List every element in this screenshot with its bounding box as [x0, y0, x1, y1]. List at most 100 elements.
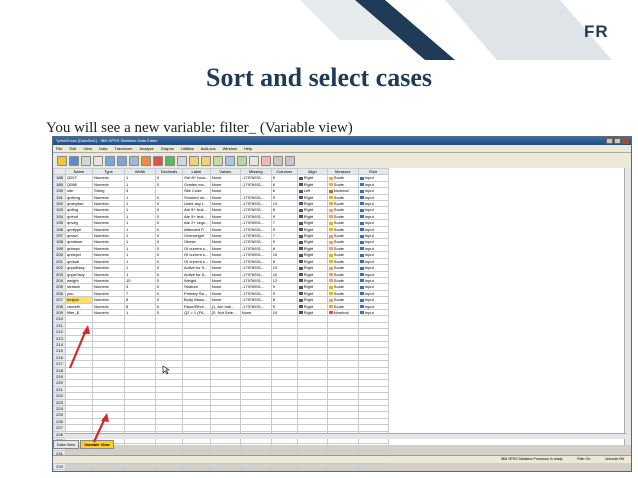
table-row[interactable]: 208 raceeth Numeric 8 0 Race/Ethni... {1, Am I…: [53, 302, 389, 310]
label-cell[interactable]: Of current s...: [182, 244, 211, 253]
goto-case-icon[interactable]: [129, 155, 139, 166]
print-icon[interactable]: [81, 155, 91, 166]
menu-transform[interactable]: Transform: [114, 145, 132, 152]
empty-cell[interactable]: [155, 469, 183, 471]
dialog-recall-icon[interactable]: [93, 155, 103, 166]
menu-utilities[interactable]: Utilities: [181, 145, 194, 152]
run-descriptives-icon[interactable]: [165, 155, 175, 166]
label-cell[interactable]: Active for 6...: [182, 270, 211, 278]
redo-icon[interactable]: [117, 155, 127, 166]
variables-icon[interactable]: [153, 155, 163, 166]
label-cell[interactable]: Q2 = 1 (FIL...: [182, 308, 211, 317]
table-row[interactable]: 205 stratum Numeric 3 0 Stratum None -17976931.…: [53, 283, 389, 291]
scale-measure-icon: [328, 279, 333, 283]
table-row[interactable]: 191 qn8crig Numeric 1 0 Smoked on... None -1797…: [53, 193, 389, 202]
table-row[interactable]: 188 Q007 Numeric 1 0 Get 8+ hour... None -17976…: [53, 174, 389, 182]
insert-variable-icon[interactable]: [201, 155, 211, 166]
table-row[interactable]: 206 psu Numeric 7 0 Primary Sa... None -1797693…: [53, 289, 389, 298]
undo-icon[interactable]: [105, 155, 115, 166]
use-sets-icon[interactable]: [261, 155, 271, 166]
table-row[interactable]: 203 qnpa7day Numeric 1 0 Active for 6... None -…: [53, 270, 389, 278]
menu-addons[interactable]: Add-ons: [201, 145, 216, 152]
table-row[interactable]: 200 qnbepcl Numeric 1 0 Of current s... None -1…: [53, 251, 389, 259]
label-cell[interactable]: Race/Ethni...: [182, 302, 211, 310]
horizontal-scrollbar[interactable]: [65, 433, 627, 439]
table-row[interactable]: 189 Q088 Numeric 1 0 Grades mo... None -1797693…: [53, 180, 389, 189]
open-icon[interactable]: [57, 155, 67, 166]
label-cell[interactable]: Attended P...: [182, 225, 211, 234]
goto-variable-icon[interactable]: [141, 155, 151, 166]
empty-cell[interactable]: [326, 469, 359, 471]
table-row[interactable]: 193 qn8ng Numeric 1 0 Ate 5+ fruit... None -179…: [53, 206, 389, 214]
measure-cell-text: Scale: [333, 175, 344, 181]
menu-window[interactable]: Window: [223, 145, 237, 152]
columns-cell-text: 9: [272, 303, 276, 309]
select-cases-icon[interactable]: [237, 155, 247, 166]
value-labels-icon[interactable]: [249, 155, 259, 166]
empty-cell[interactable]: [92, 469, 125, 471]
vertical-scrollbar[interactable]: [624, 168, 631, 445]
table-row[interactable]: 204 weight Numeric 10 0 Weight None -17976931..…: [53, 276, 389, 285]
empty-cell[interactable]: [357, 469, 389, 471]
input-role-icon: [359, 285, 364, 289]
menu-graphs[interactable]: Graphs: [161, 145, 174, 152]
empty-cell[interactable]: [65, 469, 93, 471]
menu-analyze[interactable]: Analyze: [140, 145, 154, 152]
table-row[interactable]: 194 qnfruit Numeric 1 0 Ate 5+ fruit... None -1…: [53, 212, 389, 221]
menu-help[interactable]: Help: [244, 145, 252, 152]
input-role-icon: [359, 266, 364, 270]
table-row[interactable]: 209 filter_$ Numeric 1 0 Q2 = 1 (FIL... {0, No…: [53, 308, 389, 317]
label-cell[interactable]: Ate 5+ fruit...: [182, 212, 211, 221]
find-icon[interactable]: [177, 155, 187, 166]
label-cell[interactable]: Ate 5+ fruit...: [182, 206, 211, 214]
empty-cell[interactable]: [124, 469, 156, 471]
menu-edit[interactable]: Edit: [69, 145, 76, 152]
table-row[interactable]: 197 qnowt Numeric 1 0 Overweight None -17976931…: [53, 232, 389, 240]
split-file-icon[interactable]: [213, 155, 223, 166]
label-cell[interactable]: Body Mass...: [182, 296, 211, 304]
label-cell[interactable]: Get 8+ hour...: [182, 174, 211, 182]
spell-check-icon[interactable]: [285, 155, 295, 166]
maximize-button[interactable]: [614, 138, 621, 144]
empty-cell[interactable]: [239, 469, 272, 471]
table-row[interactable]: 198 qnobese Numeric 1 0 Obese None -17976931...…: [53, 238, 389, 246]
table-row[interactable]: 196 qndfype Numeric 1 0 Attended P... None -179…: [53, 225, 389, 234]
weight-cases-icon[interactable]: [225, 155, 235, 166]
minimize-button[interactable]: [606, 138, 613, 144]
values-cell[interactable]: {0, Not Sele...: [209, 308, 241, 317]
save-icon[interactable]: [69, 155, 79, 166]
empty-cell[interactable]: [209, 469, 241, 471]
label-cell[interactable]: Used any t...: [182, 199, 211, 208]
label-cell[interactable]: Of current s...: [182, 257, 211, 266]
empty-cell[interactable]: [182, 469, 211, 471]
row-number-text: 199: [56, 245, 63, 251]
label-cell[interactable]: Active for 5...: [182, 264, 211, 272]
tab-data-view[interactable]: Data View: [53, 440, 80, 449]
menu-data[interactable]: Data: [99, 145, 107, 152]
close-button[interactable]: [622, 138, 629, 144]
row-number-text: 191: [56, 194, 63, 200]
table-row[interactable]: 190 site String 3 Site Code None 6 Left Nominal I…: [53, 187, 389, 195]
empty-row[interactable]: 234: [53, 469, 389, 471]
insert-cases-icon[interactable]: [189, 155, 199, 166]
table-row[interactable]: 192 qnanytob Numeric 1 0 Used any t... None -17…: [53, 199, 389, 208]
label-cell[interactable]: Primary Sa...: [182, 289, 211, 298]
label-cell[interactable]: Grades mo...: [182, 180, 211, 189]
label-cell[interactable]: Of current s...: [182, 251, 211, 259]
menu-file[interactable]: File: [56, 145, 62, 152]
missing-cell-text: -17976931...: [241, 290, 265, 296]
table-row[interactable]: 207 bmipct Numeric 8 0 Body Mass... None -17976…: [53, 296, 389, 304]
empty-cell[interactable]: [296, 469, 328, 471]
scale-measure-icon: [328, 221, 333, 225]
empty-cell[interactable]: [270, 469, 298, 471]
values-cell-text: None: [211, 290, 222, 296]
table-row[interactable]: 199 qnbepc Numeric 1 0 Of current s... None -17…: [53, 244, 389, 253]
table-row[interactable]: 201 qndual Numeric 1 0 Of current s... None -17…: [53, 257, 389, 266]
table-row[interactable]: 195 qnveg Numeric 1 0 Ate 2+ vege... None -1797…: [53, 219, 389, 227]
menu-view[interactable]: View: [83, 145, 92, 152]
width-cell-text: 1: [126, 201, 129, 207]
table-row[interactable]: 202 qnpa5day Numeric 1 0 Active for 5... None -…: [53, 264, 389, 272]
label-cell[interactable]: Ate 2+ vege...: [182, 219, 211, 227]
show-all-variables-icon[interactable]: [273, 155, 283, 166]
label-cell[interactable]: Smoked on...: [182, 193, 211, 202]
